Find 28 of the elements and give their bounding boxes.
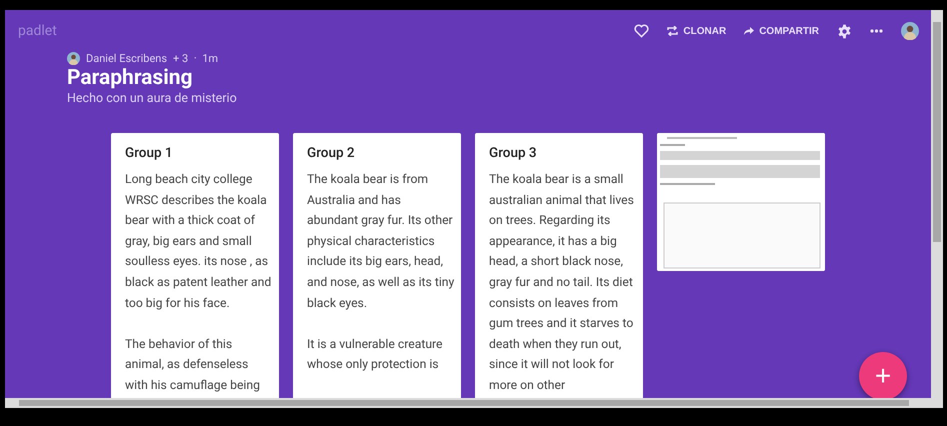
avatar-icon[interactable] <box>901 22 919 40</box>
add-post-button[interactable]: + <box>859 352 907 398</box>
board-subtitle: Hecho con un aura de misterio <box>67 91 238 106</box>
more-icon[interactable] <box>870 29 883 33</box>
horizontal-scrollbar[interactable] <box>5 398 931 408</box>
post-card[interactable] <box>475 133 643 398</box>
post-title: Group 2 <box>307 145 356 161</box>
contributor-count: + 3 <box>173 52 188 65</box>
author-name: Daniel Escribens <box>86 52 168 65</box>
settings-icon[interactable] <box>837 24 852 38</box>
heart-icon[interactable] <box>634 24 650 38</box>
swap-arrows-icon <box>667 26 678 36</box>
post-text: The behavior of this animal, as defenseless with his camuflage being <box>125 336 261 394</box>
board-title: Paraphrasing <box>67 66 194 90</box>
post-card[interactable] <box>293 133 461 398</box>
share-button[interactable]: COMPARTIR <box>744 26 819 36</box>
post-text: The koala bear is from Australia and has abundant gray fur. Its other physical characteristics include its big ears, head, and nose, as well as its tiny black eyes. <box>307 171 455 312</box>
post-text: The koala bear is a small australian animal that lives on trees. Regarding its appearance, it has a big head, a short black nose, gray fur and no tail. Its diet consists on leaves from gum trees and it starves to death when they run out, since it will not look for more on other <box>489 171 635 394</box>
timestamp: 1m <box>202 52 218 65</box>
post-title: Group 1 <box>125 145 174 161</box>
post-card[interactable] <box>111 133 279 398</box>
clone-button[interactable]: CLONAR <box>667 26 726 36</box>
avatar-icon <box>67 52 80 65</box>
share-arrow-icon <box>744 27 754 35</box>
post-title: Group 3 <box>489 145 538 161</box>
post-text: It is a vulnerable creature whose only protection is <box>307 336 444 374</box>
vertical-scrollbar[interactable] <box>931 10 943 408</box>
post-text: Long beach city college WRSC describes the koala bear with a thick coat of gray, big ears and small soulless eyes. its nose , as black as patent leather and too big for his face. <box>125 171 272 312</box>
